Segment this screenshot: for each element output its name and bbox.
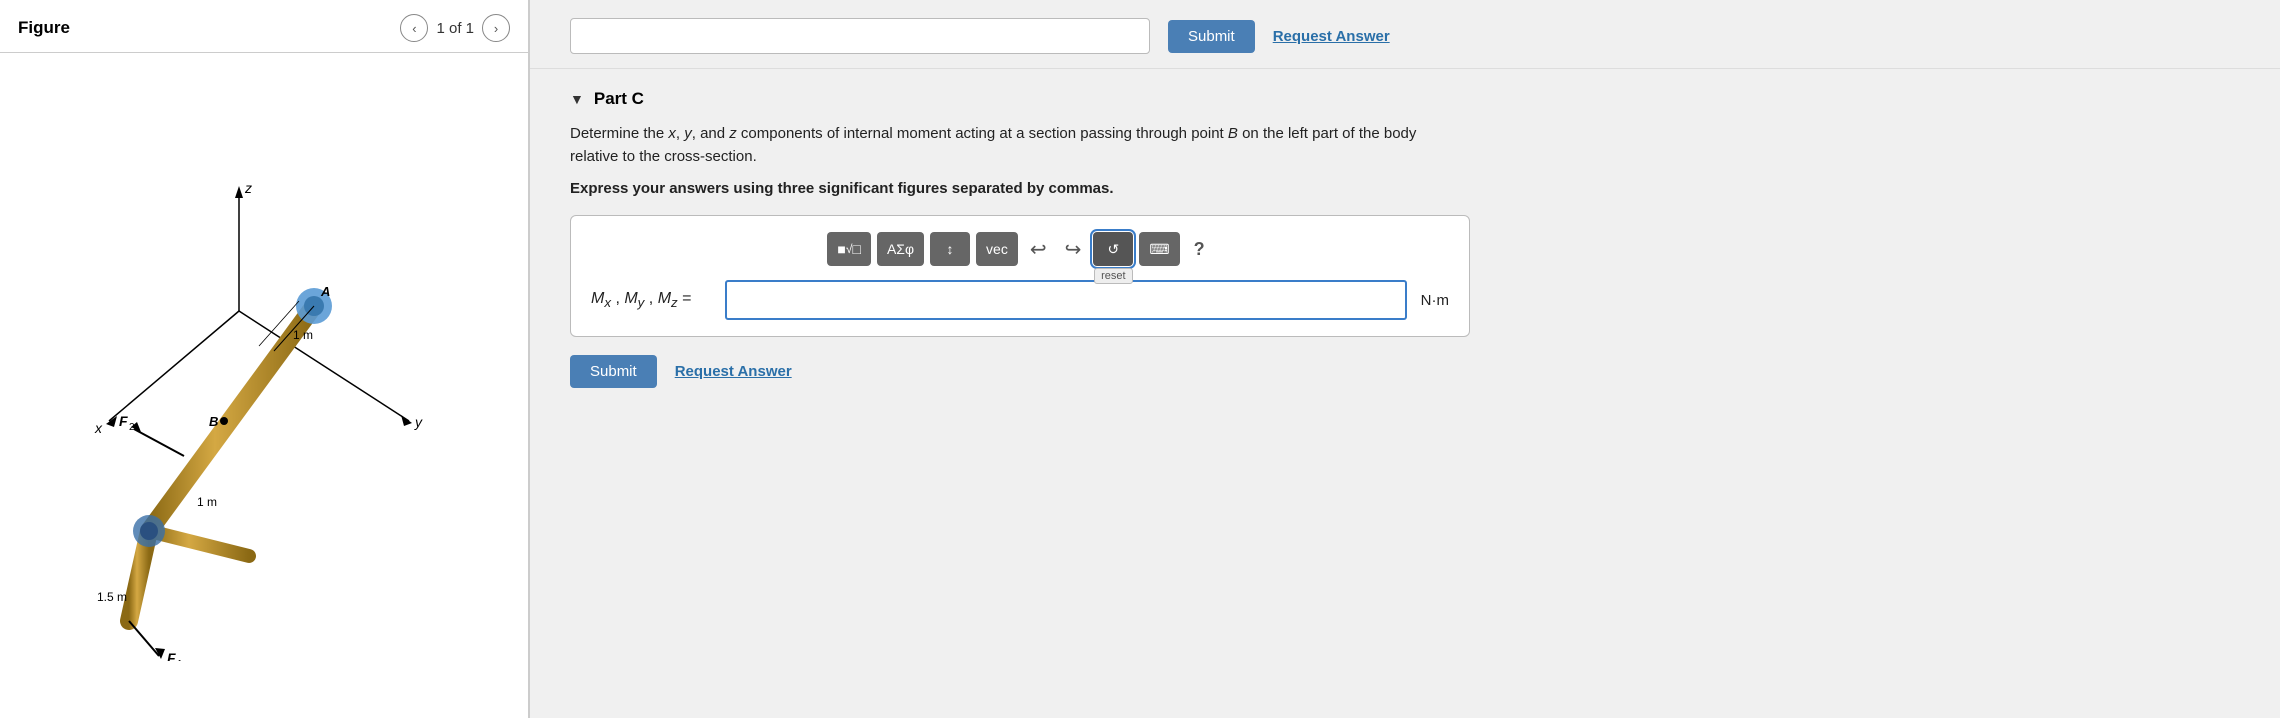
previous-answer-input[interactable]	[570, 18, 1150, 54]
svg-text:1 m: 1 m	[197, 495, 217, 509]
variable-B: B	[1228, 125, 1238, 142]
vector-label: vec	[986, 241, 1008, 257]
undo-icon: ↩	[1030, 237, 1047, 262]
top-answer-bar: Submit Request Answer	[530, 0, 2280, 69]
nav-next-button[interactable]: ›	[482, 14, 510, 42]
part-c-header: ▼ Part C	[570, 89, 2240, 109]
part-c-description: Determine the x, y, and z components of …	[570, 123, 1430, 168]
toolbar-subscript-button[interactable]: ↕	[930, 232, 970, 266]
svg-text:B: B	[209, 414, 218, 429]
answer-unit: N·m	[1421, 292, 1449, 309]
answer-label: Mx , My , Mz =	[591, 290, 711, 310]
top-request-button[interactable]: Request Answer	[1273, 28, 1390, 45]
figure-image-area: z y x	[0, 53, 528, 718]
redo-icon: ↪	[1065, 237, 1082, 262]
reset-tooltip-wrapper: ↺ reset	[1093, 232, 1133, 266]
box-icon: □	[852, 241, 860, 257]
part-c-collapse-arrow[interactable]: ▼	[570, 91, 584, 107]
svg-text:1 m: 1 m	[293, 328, 313, 342]
subscript-icon: ↕	[947, 241, 954, 257]
nav-count: 1 of 1	[436, 20, 474, 37]
answer-main-input[interactable]	[725, 280, 1407, 320]
toolbar-greek-button[interactable]: ΑΣφ	[877, 232, 924, 266]
reset-icon: ↺	[1107, 241, 1119, 258]
toolbar-redo-button[interactable]: ↪	[1059, 232, 1088, 266]
svg-text:z: z	[244, 180, 252, 196]
toolbar-vector-button[interactable]: vec	[976, 232, 1018, 266]
svg-text:1: 1	[177, 659, 183, 661]
template-icon: ■	[837, 241, 845, 257]
part-c-label: Part C	[594, 89, 644, 109]
reset-tooltip-label: reset	[1094, 268, 1132, 284]
svg-text:y: y	[414, 414, 423, 430]
greek-label: ΑΣφ	[887, 241, 914, 257]
nav-prev-button[interactable]: ‹	[400, 14, 428, 42]
part-c-submit-button[interactable]: Submit	[570, 355, 657, 388]
figure-header: Figure ‹ 1 of 1 ›	[0, 0, 528, 53]
keyboard-icon: ⌨	[1149, 241, 1169, 258]
svg-text:F: F	[119, 413, 128, 429]
toolbar-keyboard-button[interactable]: ⌨	[1139, 232, 1179, 266]
help-icon: ?	[1194, 239, 1205, 259]
bottom-bar: Submit Request Answer	[570, 355, 2240, 398]
variable-xyz: x, y, and z	[668, 125, 736, 142]
toolbar-reset-button[interactable]: ↺	[1093, 232, 1133, 266]
part-c-instruction: Express your answers using three signifi…	[570, 180, 2240, 197]
svg-text:2: 2	[129, 422, 135, 433]
left-panel: Figure ‹ 1 of 1 › z y x	[0, 0, 530, 718]
math-toolbar: ■√□ ΑΣφ ↕ vec ↩ ↪ ↺	[591, 232, 1449, 266]
figure-title: Figure	[18, 18, 390, 38]
toolbar-undo-button[interactable]: ↩	[1024, 232, 1053, 266]
part-c-section: ▼ Part C Determine the x, y, and z compo…	[530, 69, 2280, 418]
figure-diagram: z y x	[19, 111, 509, 661]
answer-input-row: Mx , My , Mz = N·m	[591, 280, 1449, 320]
figure-nav: ‹ 1 of 1 ›	[400, 14, 510, 42]
svg-text:F: F	[167, 650, 176, 661]
right-panel: Submit Request Answer ▼ Part C Determine…	[530, 0, 2280, 718]
part-c-request-button[interactable]: Request Answer	[675, 363, 792, 380]
radical-icon: √	[846, 242, 853, 256]
svg-text:A: A	[320, 284, 330, 299]
svg-text:x: x	[94, 420, 103, 436]
svg-text:1.5 m: 1.5 m	[97, 590, 127, 604]
top-submit-button[interactable]: Submit	[1168, 20, 1255, 53]
toolbar-template-button[interactable]: ■√□	[827, 232, 871, 266]
toolbar-help-button[interactable]: ?	[1186, 235, 1213, 264]
answer-box: ■√□ ΑΣφ ↕ vec ↩ ↪ ↺	[570, 215, 1470, 337]
